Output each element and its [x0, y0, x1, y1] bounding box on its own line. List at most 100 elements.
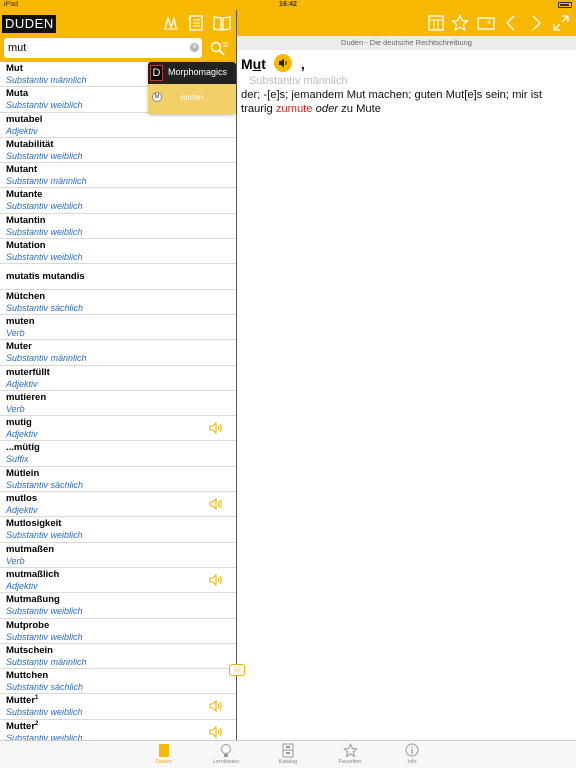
tab-lernkarten[interactable]: Lernkarten [196, 743, 256, 768]
result-row[interactable]: Mutter2 Substantiv weiblich [0, 720, 237, 740]
result-pos: Substantiv weiblich [6, 226, 83, 237]
result-row[interactable]: Mutmaßung Substantiv weiblich [0, 593, 237, 619]
speaker-icon[interactable] [208, 699, 224, 713]
result-word: mutlos [6, 493, 38, 505]
tab-duden[interactable]: Duden [134, 743, 194, 768]
duden-book-icon [159, 744, 169, 757]
fullscreen-icon[interactable] [552, 14, 570, 32]
result-row[interactable]: Mutter1 Substantiv weiblich [0, 694, 237, 720]
tab-favoriten[interactable]: Favoriten [320, 743, 380, 768]
result-row[interactable]: Mutschein Substantiv männlich [0, 644, 237, 670]
speaker-icon[interactable] [274, 54, 293, 72]
entry-text: der; -[e]s; jemandem Mut machen; guten M… [241, 88, 571, 116]
result-row[interactable]: mutatis mutandis [0, 264, 237, 290]
tab-info[interactable]: Info [382, 743, 442, 768]
result-pos: Substantiv weiblich [6, 732, 83, 740]
status-bar: iPad 16:42 [0, 0, 576, 10]
result-pos: Verb [6, 403, 25, 414]
speaker-icon[interactable] [208, 573, 224, 587]
result-pos: Substantiv sächlich [6, 302, 84, 313]
result-row[interactable]: muten Verb [0, 315, 237, 341]
source-label: Duden - Die deutsche Rechtschreibung [237, 36, 576, 50]
search-pane: DUDEN ✕ MutSubstantiv männlichMutaSubsta… [0, 10, 237, 740]
headword-part: M [241, 56, 253, 73]
speaker-icon[interactable] [208, 725, 224, 739]
result-row[interactable]: ...mütig Suffix [0, 441, 237, 467]
chevron-right-icon[interactable] [527, 14, 545, 32]
result-pos: Substantiv weiblich [6, 100, 83, 111]
result-row[interactable]: mutabel Adjektiv [0, 113, 237, 138]
result-pos: Substantiv sächlich [6, 682, 84, 693]
result-word: mutmaßlich [6, 568, 60, 580]
favorite-star-icon[interactable] [451, 14, 469, 32]
result-row[interactable]: Mutantin Substantiv weiblich [0, 214, 237, 240]
headword-part: t [261, 56, 266, 73]
result-word: Mutlosigkeit [6, 518, 62, 530]
result-pos: Adjektiv [6, 505, 38, 516]
speaker-icon[interactable] [208, 421, 224, 435]
chevron-left-icon[interactable] [502, 14, 520, 32]
morphomagics-popup[interactable]: D Morphomagics M muten [148, 62, 236, 114]
result-row[interactable]: mutig Adjektiv [0, 416, 237, 442]
result-row[interactable]: Mutation Substantiv weiblich [0, 239, 237, 265]
result-row[interactable]: Mutante Substantiv weiblich [0, 188, 237, 214]
result-pos: Substantiv weiblich [6, 150, 83, 161]
clear-icon[interactable]: ✕ [190, 43, 199, 52]
result-word: ...mütig [6, 442, 40, 454]
headword-comma: , [300, 56, 305, 73]
book-icon[interactable] [213, 15, 231, 31]
tab-bar: Duden Lernkarten Katalog Favoriten Info [0, 740, 576, 768]
popup-title: Morphomagics [168, 67, 228, 77]
result-row[interactable]: mutmaßen Verb [0, 543, 237, 568]
table-icon[interactable] [427, 14, 445, 32]
result-row[interactable]: Muter Substantiv männlich [0, 340, 237, 366]
result-word: Mutter2 [6, 720, 39, 732]
result-list[interactable]: Mut Substantiv männlich Muta Substantiv wei… [0, 62, 237, 740]
result-row[interactable]: Mutlosigkeit Substantiv weiblich [0, 517, 237, 543]
search-input[interactable] [4, 38, 202, 58]
result-pos: Substantiv männlich [6, 75, 87, 85]
handwriting-icon[interactable] [162, 15, 180, 31]
result-row[interactable]: Mütchen Substantiv sächlich [0, 290, 237, 315]
result-pos: Substantiv weiblich [6, 631, 83, 642]
result-row[interactable]: mutlos Adjektiv [0, 492, 237, 518]
result-row[interactable]: Muttchen Substantiv sächlich [0, 669, 237, 695]
result-pos: Adjektiv [6, 378, 38, 389]
grammar-label: Substantiv männlich [249, 75, 348, 88]
search-bar: ✕ [0, 36, 237, 62]
result-word: Mutant [6, 164, 38, 176]
result-word: Mutantin [6, 214, 46, 226]
duden-d-logo: D [150, 65, 163, 81]
result-pos: Verb [6, 327, 25, 338]
result-word: Mutation [6, 240, 46, 252]
tab-katalog[interactable]: Katalog [258, 743, 318, 768]
result-row[interactable]: mutieren Verb [0, 391, 237, 417]
info-icon [405, 743, 419, 757]
result-word: Mutprobe [6, 619, 50, 631]
result-pos: Substantiv weiblich [6, 606, 83, 617]
entry-link[interactable]: zumute [276, 103, 313, 115]
result-row[interactable]: Mutant Substantiv männlich [0, 163, 237, 189]
homonym-number: 2 [35, 720, 39, 727]
result-row[interactable]: muterfüllt Adjektiv [0, 366, 237, 391]
duden-logo: DUDEN [2, 15, 56, 33]
result-row[interactable]: Mutabilität Substantiv weiblich [0, 138, 237, 164]
search-options-icon[interactable] [209, 40, 229, 58]
speaker-icon[interactable] [208, 497, 224, 511]
result-row[interactable]: Mutprobe Substantiv weiblich [0, 619, 237, 644]
popup-item-muten[interactable]: muten [148, 93, 236, 102]
result-word: mutatis mutandis [6, 271, 85, 283]
star-icon [342, 743, 358, 758]
result-word: Muttchen [6, 670, 49, 682]
result-row[interactable]: Mütlein Substantiv sächlich [0, 467, 237, 493]
dictionary-entry: Mut , Substantiv männlich der; -[e]s; je… [241, 54, 571, 116]
entry-text-part: zu Mute [338, 103, 381, 116]
history-list-icon[interactable] [187, 15, 205, 31]
result-row[interactable]: mutmaßlich Adjektiv [0, 568, 237, 594]
result-word: Mutter1 [6, 695, 39, 707]
result-pos: Verb [6, 555, 25, 566]
result-word: Muta [6, 88, 29, 100]
result-pos: Substantiv männlich [6, 656, 87, 667]
catalog-icon [282, 743, 294, 758]
flashcard-add-icon[interactable] [477, 14, 495, 32]
